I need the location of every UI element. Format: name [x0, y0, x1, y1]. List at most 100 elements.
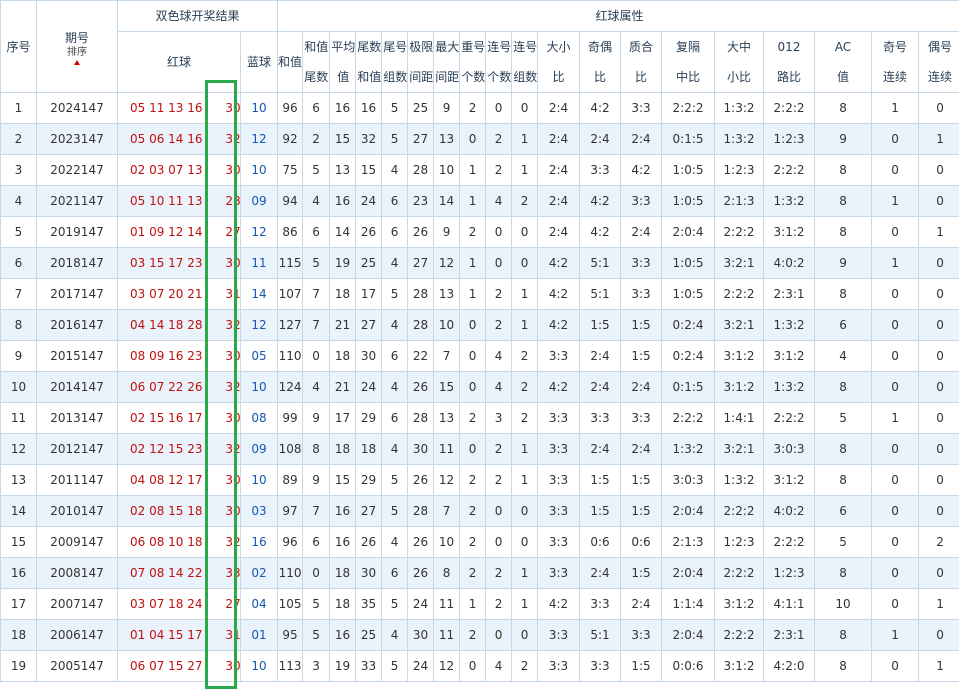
attr-cell: 6 [382, 341, 408, 372]
attr-cell: 3:0:3 [662, 465, 715, 496]
red-ball-last: 30 [222, 659, 241, 673]
attr-cell: 5 [815, 403, 872, 434]
attr-col-header: 质合比 [621, 32, 662, 93]
attr-cell: 3:3 [621, 620, 662, 651]
attr-cell: 3:3 [538, 651, 580, 682]
attr-cell: 0 [919, 465, 959, 496]
attr-cell: 13 [434, 279, 460, 310]
attr-cell: 4 [486, 372, 512, 403]
table-row: 1202414705 11 13 16 23010966161652592002… [1, 93, 959, 124]
attr-cell: 86 [278, 217, 303, 248]
attr-cell: 28 [408, 403, 434, 434]
attr-cell: 0 [919, 310, 959, 341]
attr-cell: 5 [815, 527, 872, 558]
attr-cell: 8 [815, 186, 872, 217]
attr-cell: 0 [486, 496, 512, 527]
table-row: 10201414706 07 22 26 3321012442124426150… [1, 372, 959, 403]
attr-cell: 28 [408, 496, 434, 527]
attr-cell: 0:1:5 [662, 372, 715, 403]
attr-cell: 2:4 [621, 589, 662, 620]
red-balls-cell: 08 09 16 23 230 [118, 341, 241, 372]
seq-cell: 11 [1, 403, 37, 434]
red-ball-last: 32 [222, 132, 241, 146]
attr-cell: 4 [382, 620, 408, 651]
attr-cell: 1:1:4 [662, 589, 715, 620]
attr-cell: 2 [486, 124, 512, 155]
attr-cell: 27 [356, 496, 382, 527]
blue-ball-cell: 09 [241, 186, 278, 217]
attr-col-header-label: 复隔中比 [675, 32, 701, 92]
attr-cell: 8 [434, 558, 460, 589]
attr-cell: 0 [872, 589, 919, 620]
attr-cell: 8 [815, 279, 872, 310]
attr-cell: 0 [872, 310, 919, 341]
attr-cell: 2 [460, 527, 486, 558]
attr-cell: 4:2 [538, 279, 580, 310]
issue-cell: 2023147 [37, 124, 118, 155]
attr-cell: 1:3:2 [662, 434, 715, 465]
red-balls-text: 03 07 20 21 2 [130, 287, 208, 301]
attr-cell: 4 [486, 651, 512, 682]
attr-col-header-label: 最大间距 [434, 32, 460, 92]
attr-cell: 4 [382, 372, 408, 403]
attr-cell: 0 [919, 496, 959, 527]
seq-cell: 2 [1, 124, 37, 155]
issue-header[interactable]: 期号 排序 [37, 1, 118, 93]
sort-up-arrow-icon[interactable] [74, 60, 80, 65]
attr-cell: 17 [330, 403, 356, 434]
red-ball-last: 33 [222, 566, 241, 580]
attr-cell: 1:2:3 [715, 527, 764, 558]
attr-col-header-label: 平均值 [330, 32, 356, 92]
table-row: 11201314702 15 16 17 1300899917296281323… [1, 403, 959, 434]
issue-cell: 2024147 [37, 93, 118, 124]
attr-cell: 3:0:3 [764, 434, 815, 465]
attr-cell: 0 [872, 651, 919, 682]
table-row: 18200614701 04 15 17 2310195516254301120… [1, 620, 959, 651]
attr-cell: 3:3 [538, 465, 580, 496]
attr-cell: 2:0:4 [662, 217, 715, 248]
attr-cell: 5:1 [580, 248, 621, 279]
attr-cell: 105 [278, 589, 303, 620]
attr-cell: 6 [815, 310, 872, 341]
seq-cell: 6 [1, 248, 37, 279]
attr-cell: 115 [278, 248, 303, 279]
attr-cell: 3:3 [538, 558, 580, 589]
attr-cell: 5 [303, 589, 330, 620]
blue-ball-cell: 12 [241, 217, 278, 248]
attr-cell: 0 [512, 496, 538, 527]
attr-cell: 1 [512, 589, 538, 620]
attr-cell: 4:0:2 [764, 248, 815, 279]
attr-cell: 124 [278, 372, 303, 403]
attr-cell: 2:0:4 [662, 496, 715, 527]
attr-col-header: 和值尾数 [303, 32, 330, 93]
attr-cell: 0 [919, 403, 959, 434]
attr-cell: 2:2:2 [715, 558, 764, 589]
red-balls-cell: 02 12 15 23 232 [118, 434, 241, 465]
attr-cell: 75 [278, 155, 303, 186]
attr-cell: 0 [919, 434, 959, 465]
attr-col-header-label: 偶号连续 [927, 32, 953, 92]
sort-label[interactable]: 排序 [37, 47, 117, 59]
attr-cell: 2 [486, 279, 512, 310]
attr-cell: 3:3 [580, 589, 621, 620]
attr-cell: 96 [278, 527, 303, 558]
attr-cell: 0 [872, 124, 919, 155]
attr-cell: 11 [434, 620, 460, 651]
red-ball-last: 30 [222, 473, 241, 487]
attr-cell: 8 [815, 217, 872, 248]
attr-cell: 127 [278, 310, 303, 341]
seq-cell: 13 [1, 465, 37, 496]
attr-cell: 8 [815, 651, 872, 682]
attr-cell: 4:2 [538, 248, 580, 279]
attr-cell: 5 [303, 620, 330, 651]
attr-cell: 0 [919, 155, 959, 186]
blue-ball-cell: 02 [241, 558, 278, 589]
issue-cell: 2009147 [37, 527, 118, 558]
attr-cell: 0:2:4 [662, 310, 715, 341]
attr-cell: 0 [919, 372, 959, 403]
attr-cell: 27 [356, 310, 382, 341]
attr-cell: 1:2:3 [715, 155, 764, 186]
red-balls-cell: 01 09 12 14 227 [118, 217, 241, 248]
red-ball-last: 28 [222, 194, 241, 208]
attr-cell: 2 [460, 558, 486, 589]
